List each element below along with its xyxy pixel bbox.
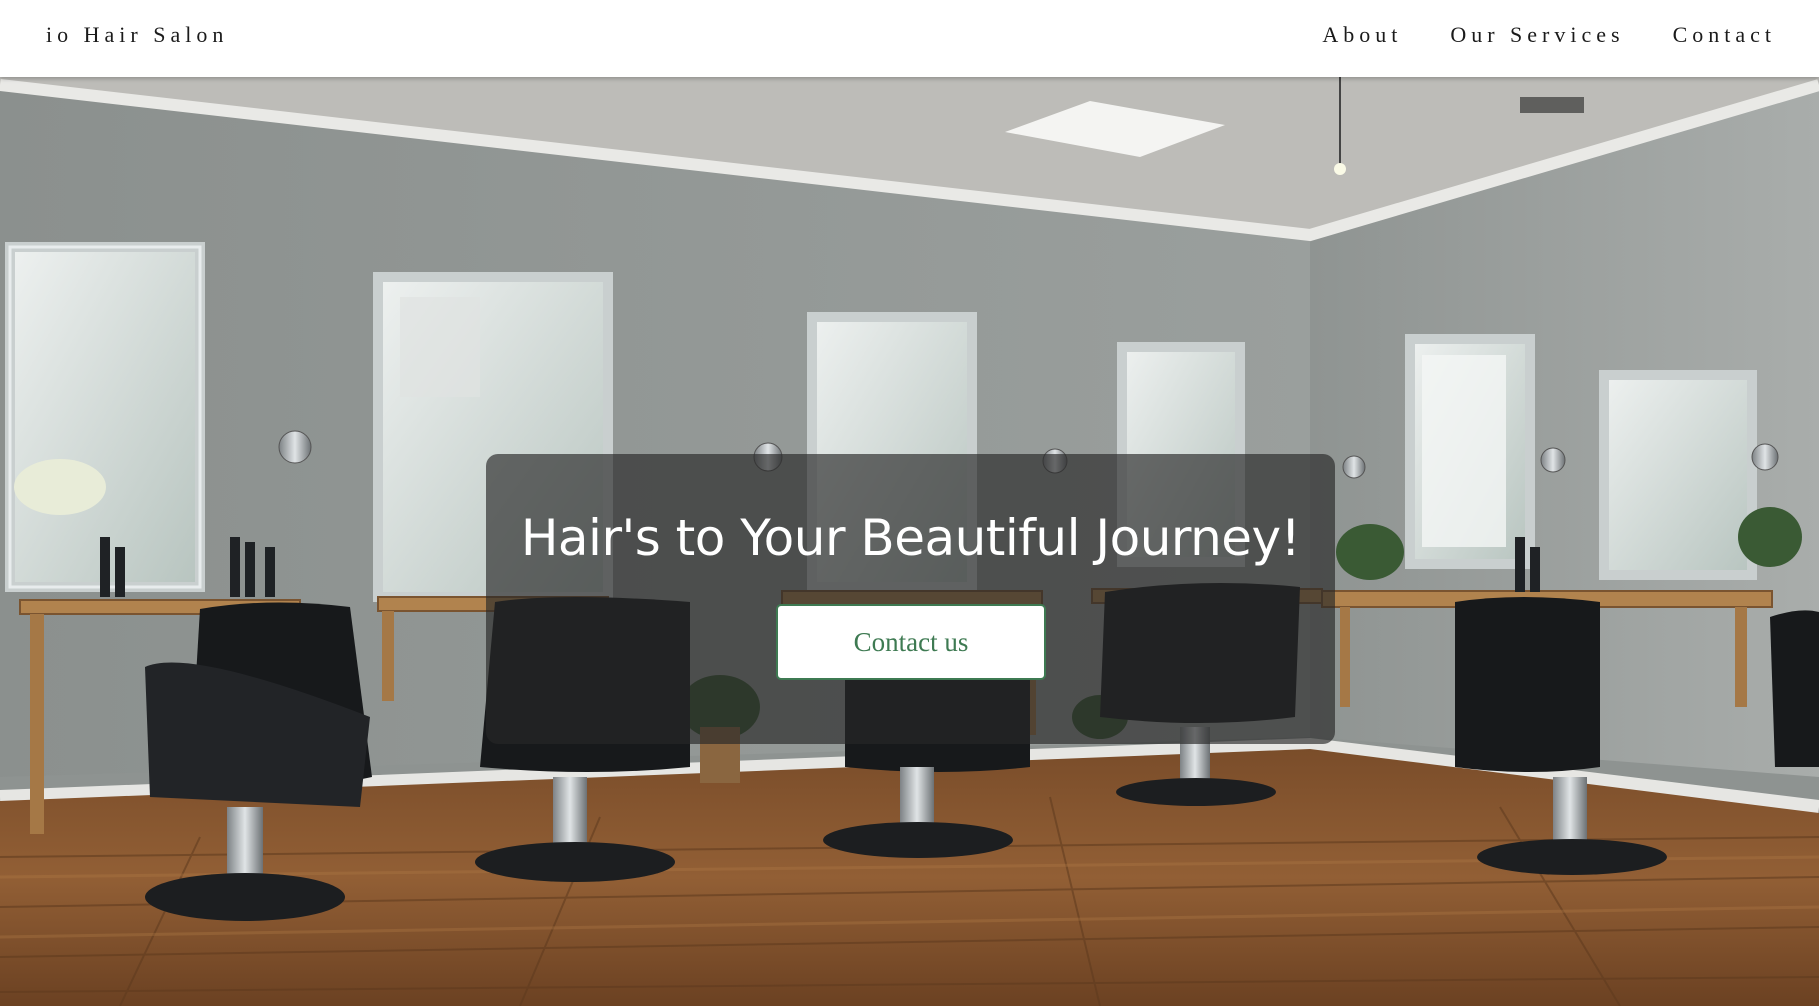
nav-link-about[interactable]: About <box>1322 22 1402 48</box>
top-navbar: io Hair Salon About Our Services Contact <box>0 0 1819 77</box>
hero-section: Hair's to Your Beautiful Journey! Contac… <box>0 77 1819 1006</box>
nav-links: About Our Services Contact <box>1322 22 1776 48</box>
hero-overlay-panel: Hair's to Your Beautiful Journey! Contac… <box>486 454 1335 744</box>
contact-us-button[interactable]: Contact us <box>776 604 1046 680</box>
nav-link-our-services[interactable]: Our Services <box>1450 22 1624 48</box>
hero-headline: Hair's to Your Beautiful Journey! <box>520 509 1301 567</box>
brand-name[interactable]: io Hair Salon <box>46 22 228 48</box>
nav-link-contact[interactable]: Contact <box>1673 22 1776 48</box>
